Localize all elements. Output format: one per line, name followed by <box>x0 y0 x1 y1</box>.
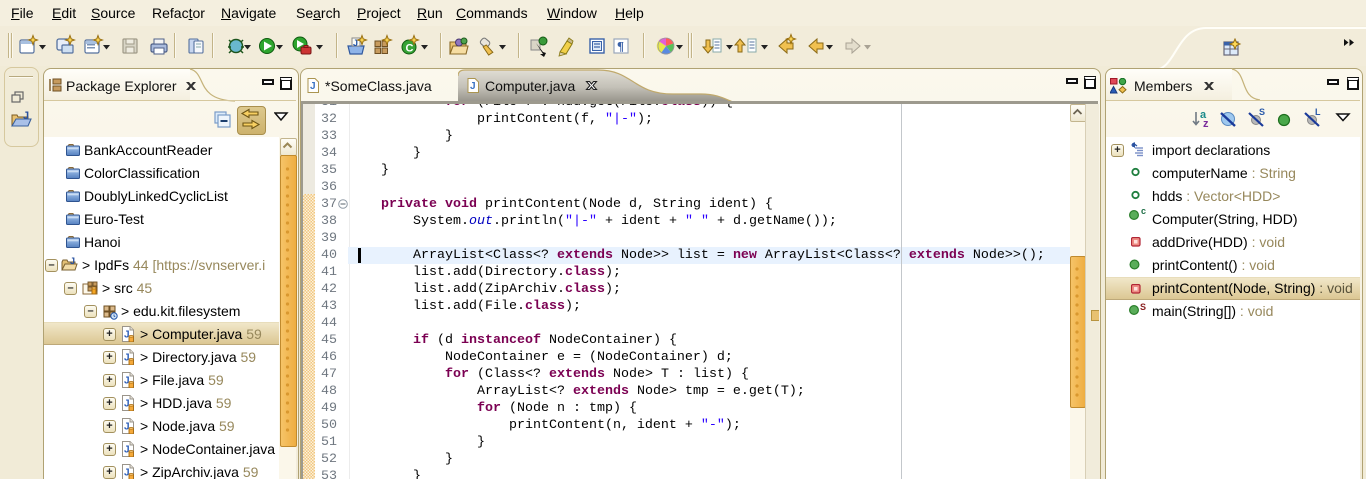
svg-text:c: c <box>1141 206 1146 216</box>
svg-text:J: J <box>310 81 316 92</box>
svg-text:S: S <box>1259 107 1265 117</box>
svg-text:L: L <box>1315 107 1321 117</box>
svg-text:z: z <box>1203 118 1209 130</box>
svg-text:J: J <box>470 81 476 92</box>
svg-text:J: J <box>353 38 358 48</box>
svg-text:¶: ¶ <box>617 39 624 54</box>
svg-text:C: C <box>406 43 414 55</box>
svg-text:J: J <box>23 110 29 122</box>
svg-text:S: S <box>1140 302 1146 312</box>
